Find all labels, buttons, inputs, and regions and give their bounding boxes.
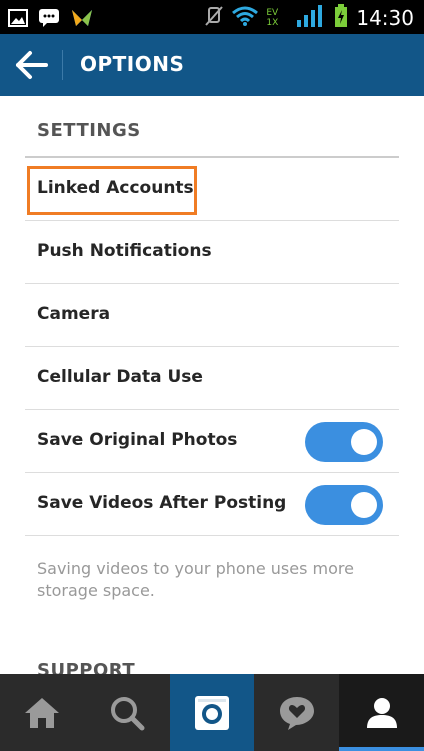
battery-icon: [334, 4, 348, 32]
nav-activity[interactable]: [254, 674, 339, 751]
header-divider: [62, 50, 63, 80]
settings-item-camera[interactable]: Camera: [25, 284, 399, 347]
toggle-knob: [351, 429, 377, 455]
wifi-icon: [232, 6, 259, 30]
mute-icon: [204, 5, 224, 31]
settings-item-label: Save Videos After Posting: [37, 493, 287, 513]
settings-item-label: Cellular Data Use: [37, 367, 203, 387]
home-icon: [25, 697, 60, 728]
activity-heart-icon: [279, 696, 314, 730]
settings-item-label: Push Notifications: [37, 241, 212, 261]
save-videos-toggle[interactable]: [305, 485, 383, 525]
image-icon: [8, 9, 28, 31]
nav-search[interactable]: [85, 674, 170, 751]
bottom-nav: [0, 674, 424, 751]
page-title: OPTIONS: [80, 52, 185, 76]
nav-profile[interactable]: [339, 674, 424, 751]
profile-icon: [366, 697, 397, 728]
settings-item-save-videos-after-posting[interactable]: Save Videos After Posting: [25, 473, 399, 536]
settings-item-cellular-data-use[interactable]: Cellular Data Use: [25, 347, 399, 410]
signal-icon: [296, 4, 326, 32]
app-header: OPTIONS: [0, 34, 424, 96]
section-title-support: SUPPORT: [37, 660, 136, 674]
section-title-settings: SETTINGS: [37, 120, 141, 141]
nav-home[interactable]: [0, 674, 85, 751]
save-original-photos-toggle[interactable]: [305, 422, 383, 462]
chat-icon: [38, 8, 60, 32]
settings-item-push-notifications[interactable]: Push Notifications: [25, 221, 399, 284]
app-icon: [70, 6, 94, 34]
search-icon: [111, 696, 145, 730]
highlight-box: [27, 166, 197, 215]
status-bar: EV 1X 14:30: [0, 0, 424, 34]
settings-note: Saving videos to your phone uses more st…: [37, 559, 354, 600]
back-arrow-icon: [16, 51, 48, 79]
settings-item-label: Camera: [37, 304, 111, 324]
network-type-icon: EV 1X: [266, 8, 279, 28]
nav-camera[interactable]: [169, 674, 255, 751]
camera-icon: [194, 695, 229, 730]
back-button[interactable]: [12, 47, 52, 83]
toggle-knob: [351, 492, 377, 518]
status-time: 14:30: [356, 6, 414, 30]
options-list[interactable]: SETTINGS Linked Accounts Push Notificati…: [0, 96, 424, 674]
settings-item-label: Save Original Photos: [37, 430, 238, 450]
settings-item-save-original-photos[interactable]: Save Original Photos: [25, 410, 399, 473]
